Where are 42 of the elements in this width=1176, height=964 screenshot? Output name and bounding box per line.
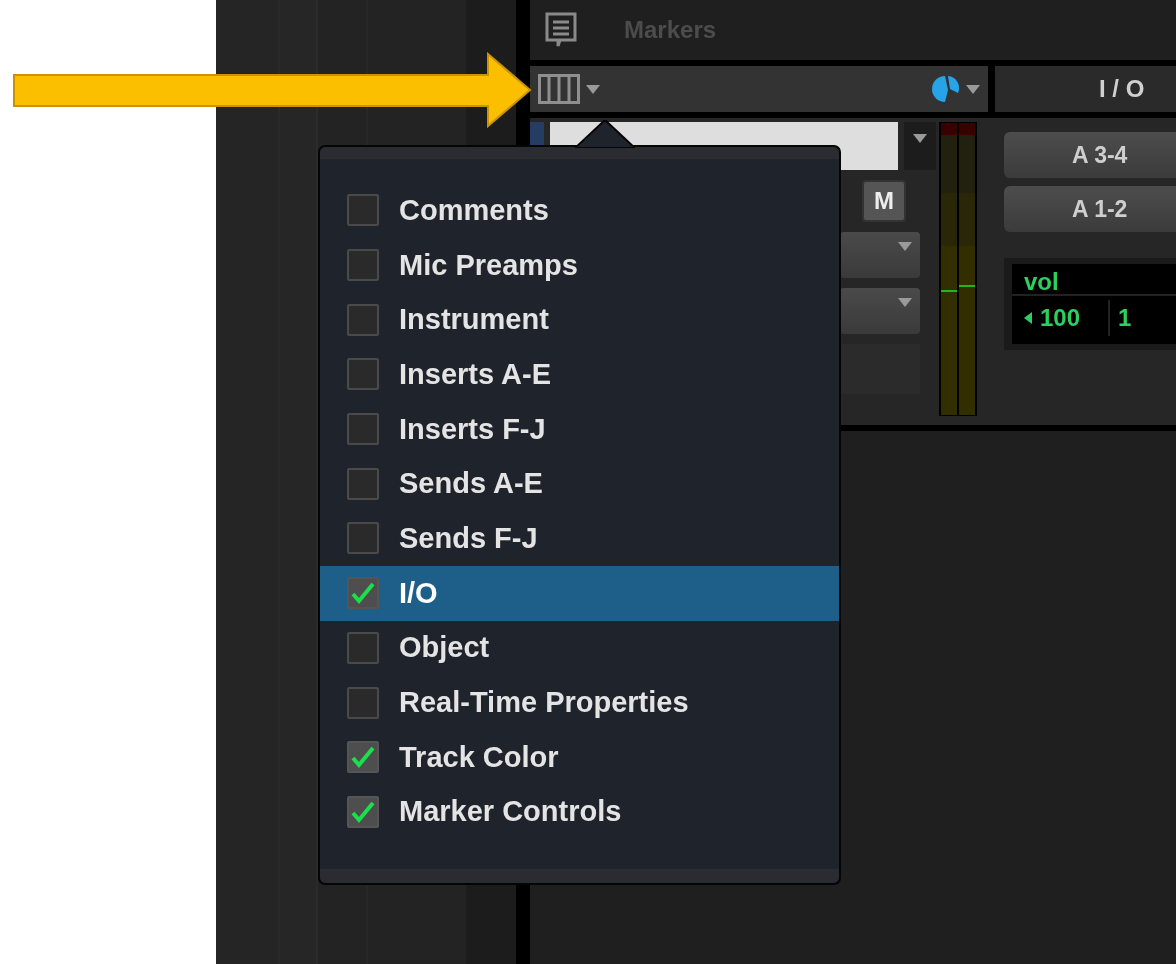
mute-button[interactable]: M bbox=[862, 180, 906, 222]
volume-value: 1 bbox=[1118, 304, 1132, 332]
menu-item[interactable]: Sends A-E bbox=[320, 456, 839, 512]
menu-item[interactable]: Inserts A-E bbox=[320, 347, 839, 402]
checkbox[interactable] bbox=[347, 577, 379, 610]
checkbox[interactable] bbox=[347, 795, 379, 828]
comment-icon[interactable] bbox=[544, 11, 578, 49]
pie-chart-icon[interactable] bbox=[932, 74, 960, 104]
left-triangle-icon bbox=[1024, 312, 1032, 324]
dropdown[interactable] bbox=[840, 288, 920, 334]
checkbox[interactable] bbox=[347, 631, 379, 664]
output-button[interactable]: A 3-4 bbox=[1004, 132, 1176, 178]
menu-item[interactable]: Comments bbox=[320, 183, 839, 238]
checkbox[interactable] bbox=[347, 358, 379, 391]
menu-item[interactable]: Mic Preamps bbox=[320, 237, 839, 293]
caret-icon bbox=[898, 242, 912, 251]
menu-item[interactable]: Real-Time Properties bbox=[320, 675, 839, 730]
caret-icon bbox=[913, 134, 928, 143]
menu-item[interactable]: Instrument bbox=[320, 292, 839, 348]
checkbox[interactable] bbox=[347, 686, 379, 719]
menu-item[interactable]: I/O bbox=[320, 565, 839, 621]
checkbox[interactable] bbox=[347, 467, 379, 500]
checkbox[interactable] bbox=[347, 194, 379, 227]
column-header: I / O bbox=[995, 66, 1176, 112]
caret-icon bbox=[966, 84, 980, 94]
caret-icon bbox=[586, 84, 600, 94]
dropdown[interactable] bbox=[840, 232, 920, 278]
menu-item[interactable]: Inserts F-J bbox=[320, 401, 839, 457]
checkbox[interactable] bbox=[347, 741, 379, 774]
checkbox[interactable] bbox=[347, 303, 379, 336]
volume-value: 100 bbox=[1040, 304, 1081, 332]
menu-item[interactable]: Object bbox=[320, 620, 839, 676]
menu-item[interactable]: Track Color bbox=[320, 729, 839, 785]
caret-icon bbox=[898, 298, 912, 307]
menu-item[interactable]: Marker Controls bbox=[320, 784, 839, 840]
checkbox[interactable] bbox=[347, 413, 379, 446]
output-button[interactable]: A 1-2 bbox=[1004, 186, 1176, 232]
checkbox[interactable] bbox=[347, 249, 379, 282]
columns-icon[interactable] bbox=[538, 74, 580, 104]
checkbox[interactable] bbox=[347, 522, 379, 555]
menu-item[interactable]: Sends F-J bbox=[320, 511, 839, 566]
volume-label: vol bbox=[1024, 268, 1059, 295]
